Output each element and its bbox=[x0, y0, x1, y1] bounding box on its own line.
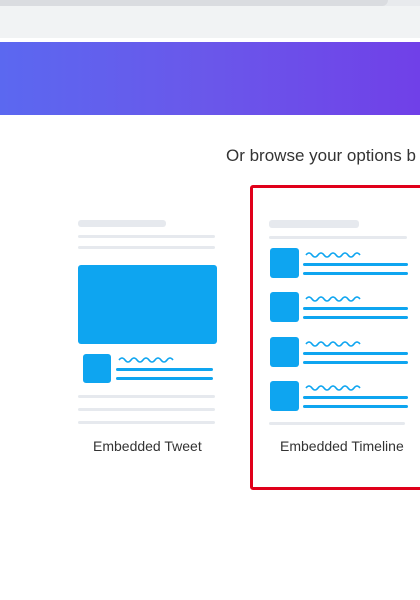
text-line bbox=[303, 352, 408, 355]
placeholder-line bbox=[78, 395, 215, 398]
avatar-square bbox=[270, 248, 299, 278]
browse-options-heading: Or browse your options b bbox=[226, 146, 416, 165]
hero-banner bbox=[0, 42, 420, 115]
page: Or browse your options b Embedded Tweet bbox=[0, 0, 420, 600]
media-image-block bbox=[78, 265, 217, 344]
wavy-line-icon bbox=[118, 357, 174, 363]
text-line bbox=[303, 272, 408, 275]
placeholder-line bbox=[269, 422, 405, 425]
text-line bbox=[303, 361, 408, 364]
placeholder-line bbox=[78, 246, 215, 249]
avatar-square bbox=[270, 337, 299, 367]
wavy-line-icon bbox=[305, 296, 361, 302]
embedded-timeline-option[interactable]: Embedded Timeline bbox=[250, 185, 420, 490]
text-line bbox=[116, 368, 213, 371]
text-line bbox=[303, 316, 408, 319]
text-line bbox=[116, 377, 213, 380]
text-line bbox=[303, 263, 408, 266]
placeholder-line bbox=[78, 235, 215, 238]
text-line bbox=[303, 405, 408, 408]
placeholder-title-bar bbox=[269, 220, 359, 228]
browser-toolbar-strip bbox=[0, 6, 420, 38]
placeholder-line bbox=[78, 408, 215, 411]
wavy-line-icon bbox=[305, 341, 361, 347]
text-line bbox=[303, 396, 408, 399]
placeholder-line bbox=[269, 236, 407, 239]
embedded-tweet-option[interactable]: Embedded Tweet bbox=[70, 200, 225, 470]
placeholder-line bbox=[78, 421, 215, 424]
wavy-line-icon bbox=[305, 252, 361, 258]
avatar-square bbox=[83, 354, 111, 383]
placeholder-title-bar bbox=[78, 220, 166, 227]
embedded-tweet-label: Embedded Tweet bbox=[93, 438, 202, 454]
embedded-timeline-label: Embedded Timeline bbox=[280, 438, 404, 454]
avatar-square bbox=[270, 381, 299, 411]
text-line bbox=[303, 307, 408, 310]
wavy-line-icon bbox=[305, 385, 361, 391]
avatar-square bbox=[270, 292, 299, 322]
